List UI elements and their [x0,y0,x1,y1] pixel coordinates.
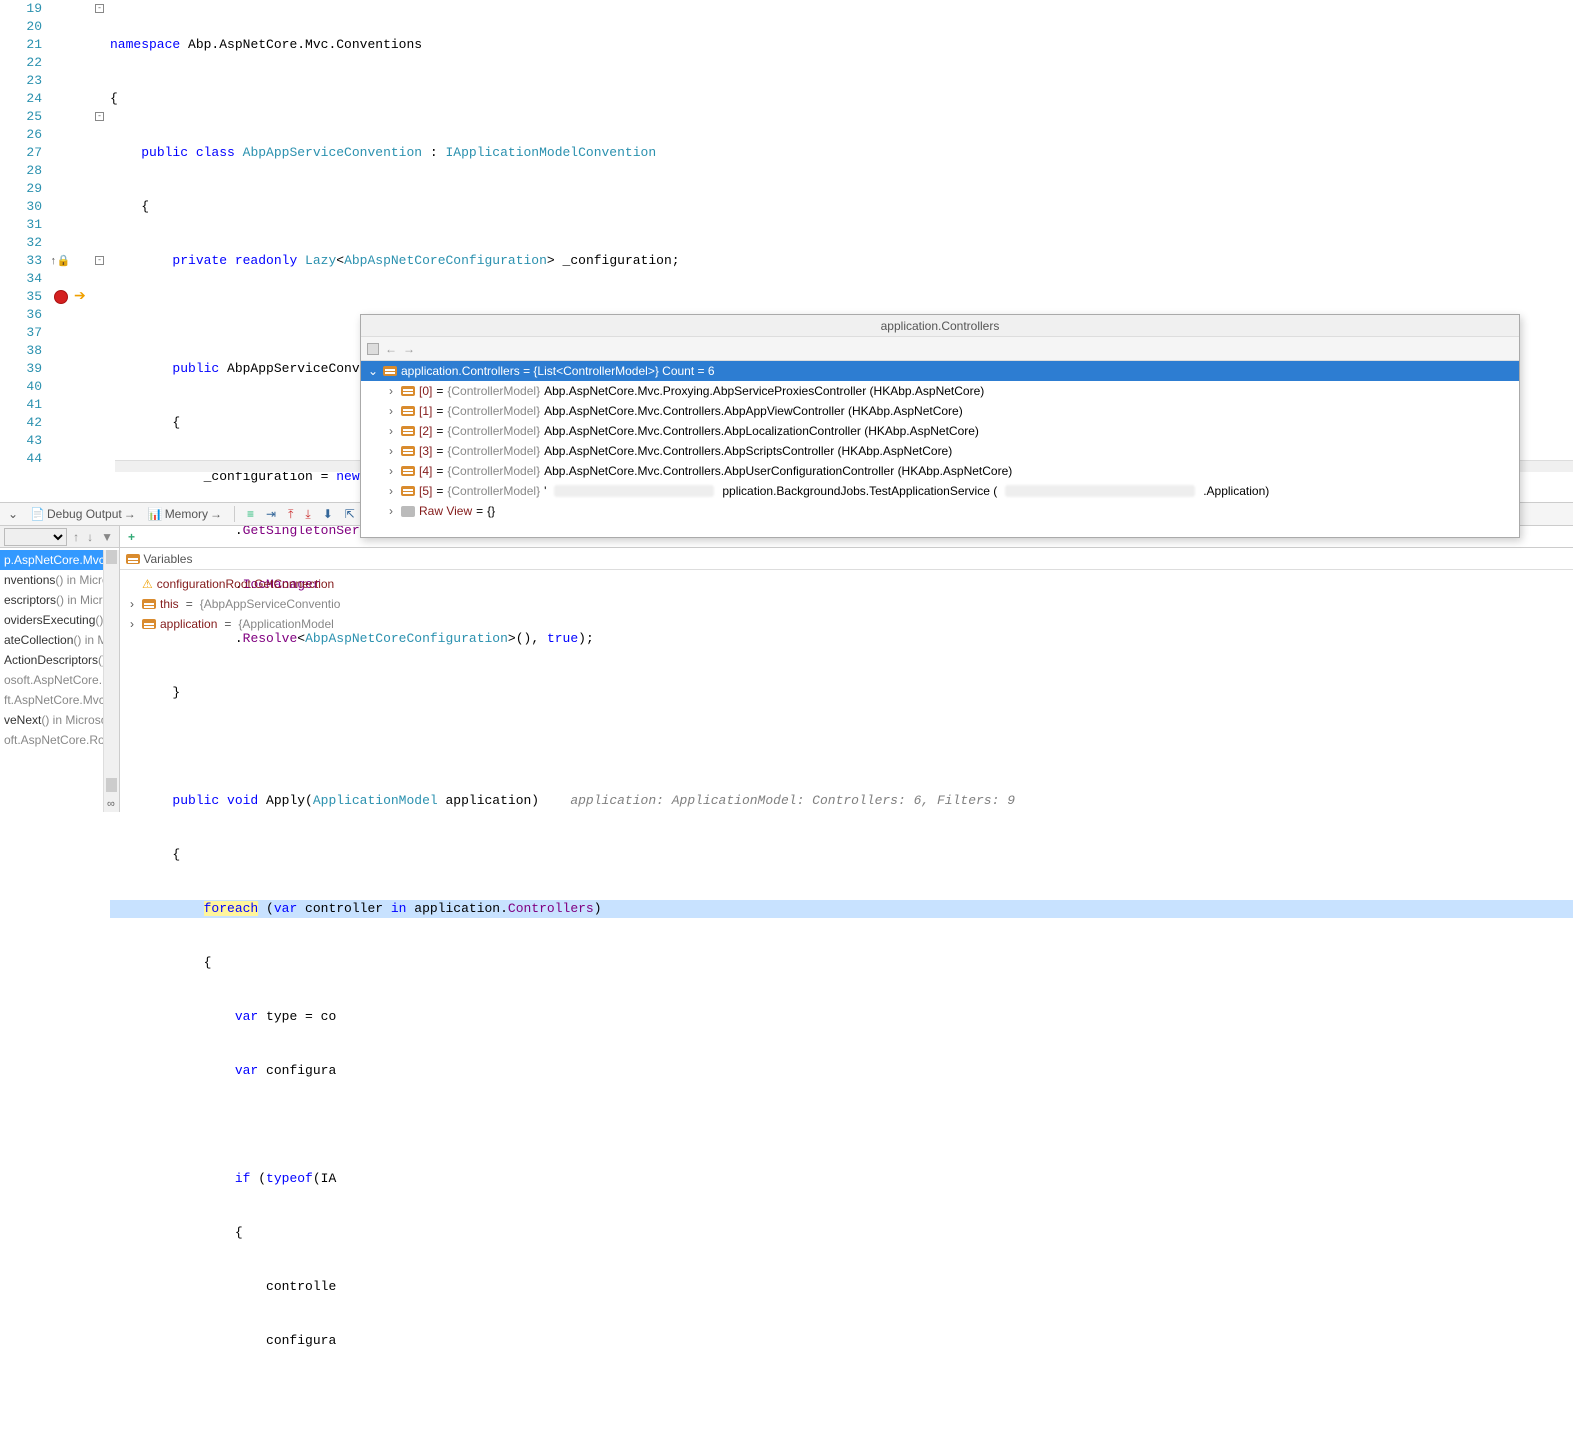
object-icon [401,466,415,476]
debug-datatip-popup[interactable]: application.Controllers ← → ⌄ applicatio… [360,314,1520,538]
toolbar-icon[interactable]: ⬇ [319,505,337,523]
expand-icon[interactable]: › [385,381,397,401]
debug-output-button[interactable]: 📄 Debug Output → [26,505,140,523]
popup-title: application.Controllers [361,315,1519,337]
tree-raw-view[interactable]: › Raw View = {} [361,501,1519,521]
popup-toolbar: ← → [361,337,1519,361]
object-icon [401,406,415,416]
fold-toggle[interactable]: - [95,4,104,13]
expand-icon[interactable]: › [385,421,397,441]
object-icon [401,386,415,396]
execution-pointer-icon: ➔ [74,288,86,305]
variables-header: Variables [120,548,1573,570]
tree-item[interactable]: › [3] = {ControllerModel} Abp.AspNetCore… [361,441,1519,461]
vertical-scrollbar[interactable]: ∞ [103,550,119,812]
call-stack-panel: ↑ ↓ ▼ p.AspNetCore.Mvc.C nventions() in … [0,526,120,812]
line-number-gutter: 19 20 21 22 23 24 25 26 27 28 29 30 31 3… [0,0,50,470]
infinity-icon: ∞ [107,798,115,810]
variable-icon [142,619,156,629]
down-icon[interactable]: ↓ [85,530,95,544]
toolbar-icon[interactable]: ⤒ [284,505,297,524]
fold-toggle[interactable]: - [95,112,104,121]
expand-icon[interactable]: › [385,461,397,481]
variable-icon [126,554,140,564]
tree-item[interactable]: › [5] = {ControllerModel} ' pplication.B… [361,481,1519,501]
memory-button[interactable]: 📊 Memory → [144,505,226,523]
frames-header: ↑ ↓ ▼ [0,526,119,548]
stack-frame[interactable]: escriptors() in Micr [0,590,119,610]
tree-item[interactable]: › [0] = {ControllerModel} Abp.AspNetCore… [361,381,1519,401]
object-icon [401,446,415,456]
expand-icon[interactable]: › [385,441,397,461]
breakpoint-icon[interactable] [54,290,68,304]
thread-select[interactable] [4,528,67,546]
stack-frame[interactable]: oft.AspNetCore.Rou [0,730,119,750]
variable-icon [142,599,156,609]
stack-frame[interactable]: ovidersExecuting() [0,610,119,630]
scroll-down-icon[interactable] [106,778,117,792]
filter-icon[interactable]: ▼ [99,530,115,544]
collapse-icon[interactable]: ⌄ [367,361,379,381]
up-icon[interactable]: ↑ [71,530,81,544]
tree-root[interactable]: ⌄ application.Controllers = {List<Contro… [361,361,1519,381]
redacted-text [554,485,714,497]
tree-item[interactable]: › [1] = {ControllerModel} Abp.AspNetCore… [361,401,1519,421]
variable-row[interactable]: › application = {ApplicationModel [126,614,1567,634]
stack-frame[interactable]: ft.AspNetCore.Mvc.I [0,690,119,710]
toolbar-icon[interactable]: ⇥ [262,505,280,523]
stack-frame[interactable]: veNext() in Microso [0,710,119,730]
object-icon [401,426,415,436]
popup-tree[interactable]: ⌄ application.Controllers = {List<Contro… [361,361,1519,537]
expand-icon[interactable]: › [385,401,397,421]
forward-icon[interactable]: → [403,342,415,356]
variable-row[interactable]: › this = {AbpAppServiceConventio [126,594,1567,614]
fold-toggle[interactable]: - [95,256,104,265]
stack-frame[interactable]: p.AspNetCore.Mvc.C [0,550,119,570]
object-icon [383,366,397,376]
breakpoint-margin[interactable]: ↑🔒 ➔ [50,0,95,470]
toolbar-icon[interactable]: ≡ [243,505,258,523]
variables-panel: + Variables ⚠ configurationRoot.GetConne… [120,526,1573,812]
stack-frame[interactable]: ateCollection() in M [0,630,119,650]
warning-icon: ⚠ [142,574,153,594]
current-execution-line: foreach (var controller in application.C… [110,900,1573,918]
expand-icon[interactable]: › [385,501,397,521]
stack-frame[interactable]: ActionDescriptors() [0,650,119,670]
toolbar-icon[interactable]: ⤓ [301,505,314,524]
stack-frame[interactable]: nventions() in Micro [0,570,119,590]
tree-item[interactable]: › [2] = {ControllerModel} Abp.AspNetCore… [361,421,1519,441]
object-icon [401,486,415,496]
tree-item[interactable]: › [4] = {ControllerModel} Abp.AspNetCore… [361,461,1519,481]
expand-icon[interactable]: › [126,614,138,634]
add-watch-button[interactable]: + [124,530,139,544]
pin-icon[interactable] [367,343,379,355]
expand-icon[interactable]: › [385,481,397,501]
stack-frame[interactable]: osoft.AspNetCore.M [0,670,119,690]
expand-icon[interactable]: › [126,594,138,614]
fold-margin[interactable]: - - - [95,0,110,470]
back-icon[interactable]: ← [385,342,397,356]
scroll-up-icon[interactable] [106,550,117,564]
frames-list[interactable]: p.AspNetCore.Mvc.C nventions() in Micro … [0,548,119,750]
toolbar-icon[interactable]: ⇱ [341,505,359,523]
folder-icon [401,506,415,517]
dropdown-icon[interactable]: ⌄ [4,505,22,523]
redacted-text [1005,485,1195,497]
lock-icon: ↑🔒 [50,254,70,268]
watch-expression-warning[interactable]: ⚠ configurationRoot.GetConnection [126,574,1567,594]
